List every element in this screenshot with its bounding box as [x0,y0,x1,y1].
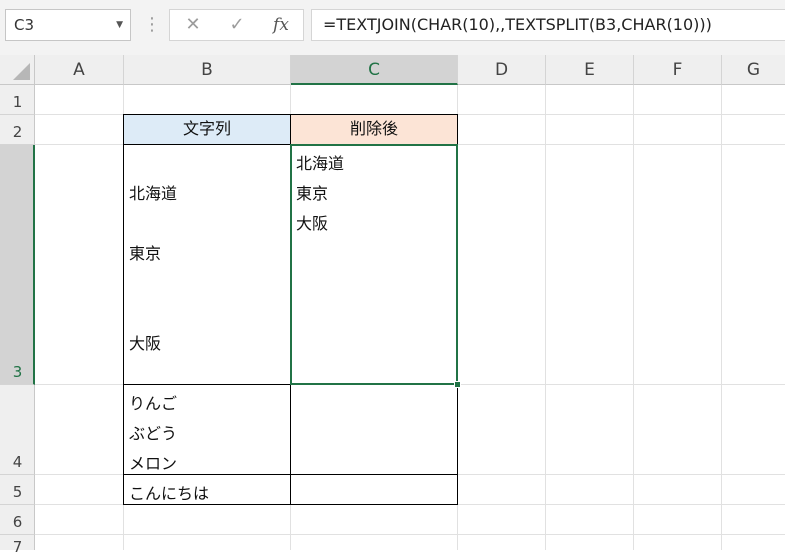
gridline [35,534,785,535]
name-box[interactable]: C3 ▼ [5,9,131,41]
column-header-g[interactable]: G [722,55,785,85]
gridline [721,85,722,550]
select-all-icon [13,63,30,80]
fill-handle[interactable] [454,381,461,388]
cell-text-line: メロン [129,454,178,473]
cell-text-line: りんご [129,394,178,413]
row-header-2[interactable]: 2 [0,115,35,145]
column-header-a[interactable]: A [35,55,124,85]
row-number: 1 [12,93,23,111]
cell-text-line: 大阪 [129,334,162,353]
row-number: 3 [12,363,23,381]
cell-c2[interactable]: 削除後 [290,114,458,145]
cell-b4[interactable]: りんご ぶどう メロン [123,384,291,475]
row-number: 6 [12,513,23,531]
cell-text-line: ぶどう [129,424,178,443]
active-cell-selection [290,144,458,385]
cell-text-line: こんにちは [129,484,210,503]
row-header-5[interactable]: 5 [0,475,35,505]
column-header-b[interactable]: B [124,55,291,85]
chevron-down-icon[interactable]: ▼ [116,10,123,40]
row-number: 5 [12,483,23,501]
formula-buttons: ✕ ✓ fx [169,9,304,41]
row-header-4[interactable]: 4 [0,385,35,475]
column-header-c[interactable]: C [291,55,458,85]
cell-text-line: 北海道 [129,184,178,203]
row-header-1[interactable]: 1 [0,85,35,115]
formula-text: =TEXTJOIN(CHAR(10),,TEXTSPLIT(B3,CHAR(10… [323,15,712,34]
formula-bar: C3 ▼ ⋮ ✕ ✓ fx =TEXTJOIN(CHAR(10),,TEXTSP… [0,0,785,55]
cell-b5[interactable]: こんにちは [123,474,291,505]
name-box-value: C3 [14,16,35,34]
row-header-6[interactable]: 6 [0,505,35,535]
cell-b2[interactable]: 文字列 [123,114,291,145]
row-number: 4 [12,453,23,471]
row-header-7[interactable]: 7 [0,535,35,556]
cell-c4[interactable] [290,384,458,475]
gridline [545,85,546,550]
column-header-f[interactable]: F [634,55,722,85]
formula-input[interactable]: =TEXTJOIN(CHAR(10),,TEXTSPLIT(B3,CHAR(10… [311,9,785,41]
row-number: 2 [12,123,23,141]
column-header-d[interactable]: D [458,55,546,85]
cell-c5[interactable] [290,474,458,505]
cell-text-line: 東京 [129,244,162,263]
row-header-3[interactable]: 3 [0,145,35,385]
cell-b3[interactable]: 北海道 東京 大阪 [123,144,291,385]
select-all-button[interactable] [0,55,35,85]
column-header-e[interactable]: E [546,55,634,85]
row-number: 7 [12,538,23,556]
enter-icon[interactable]: ✓ [222,10,252,40]
cancel-icon[interactable]: ✕ [178,10,208,40]
more-options-icon[interactable]: ⋮ [143,12,161,38]
insert-function-icon[interactable]: fx [266,10,296,40]
gridline [633,85,634,550]
